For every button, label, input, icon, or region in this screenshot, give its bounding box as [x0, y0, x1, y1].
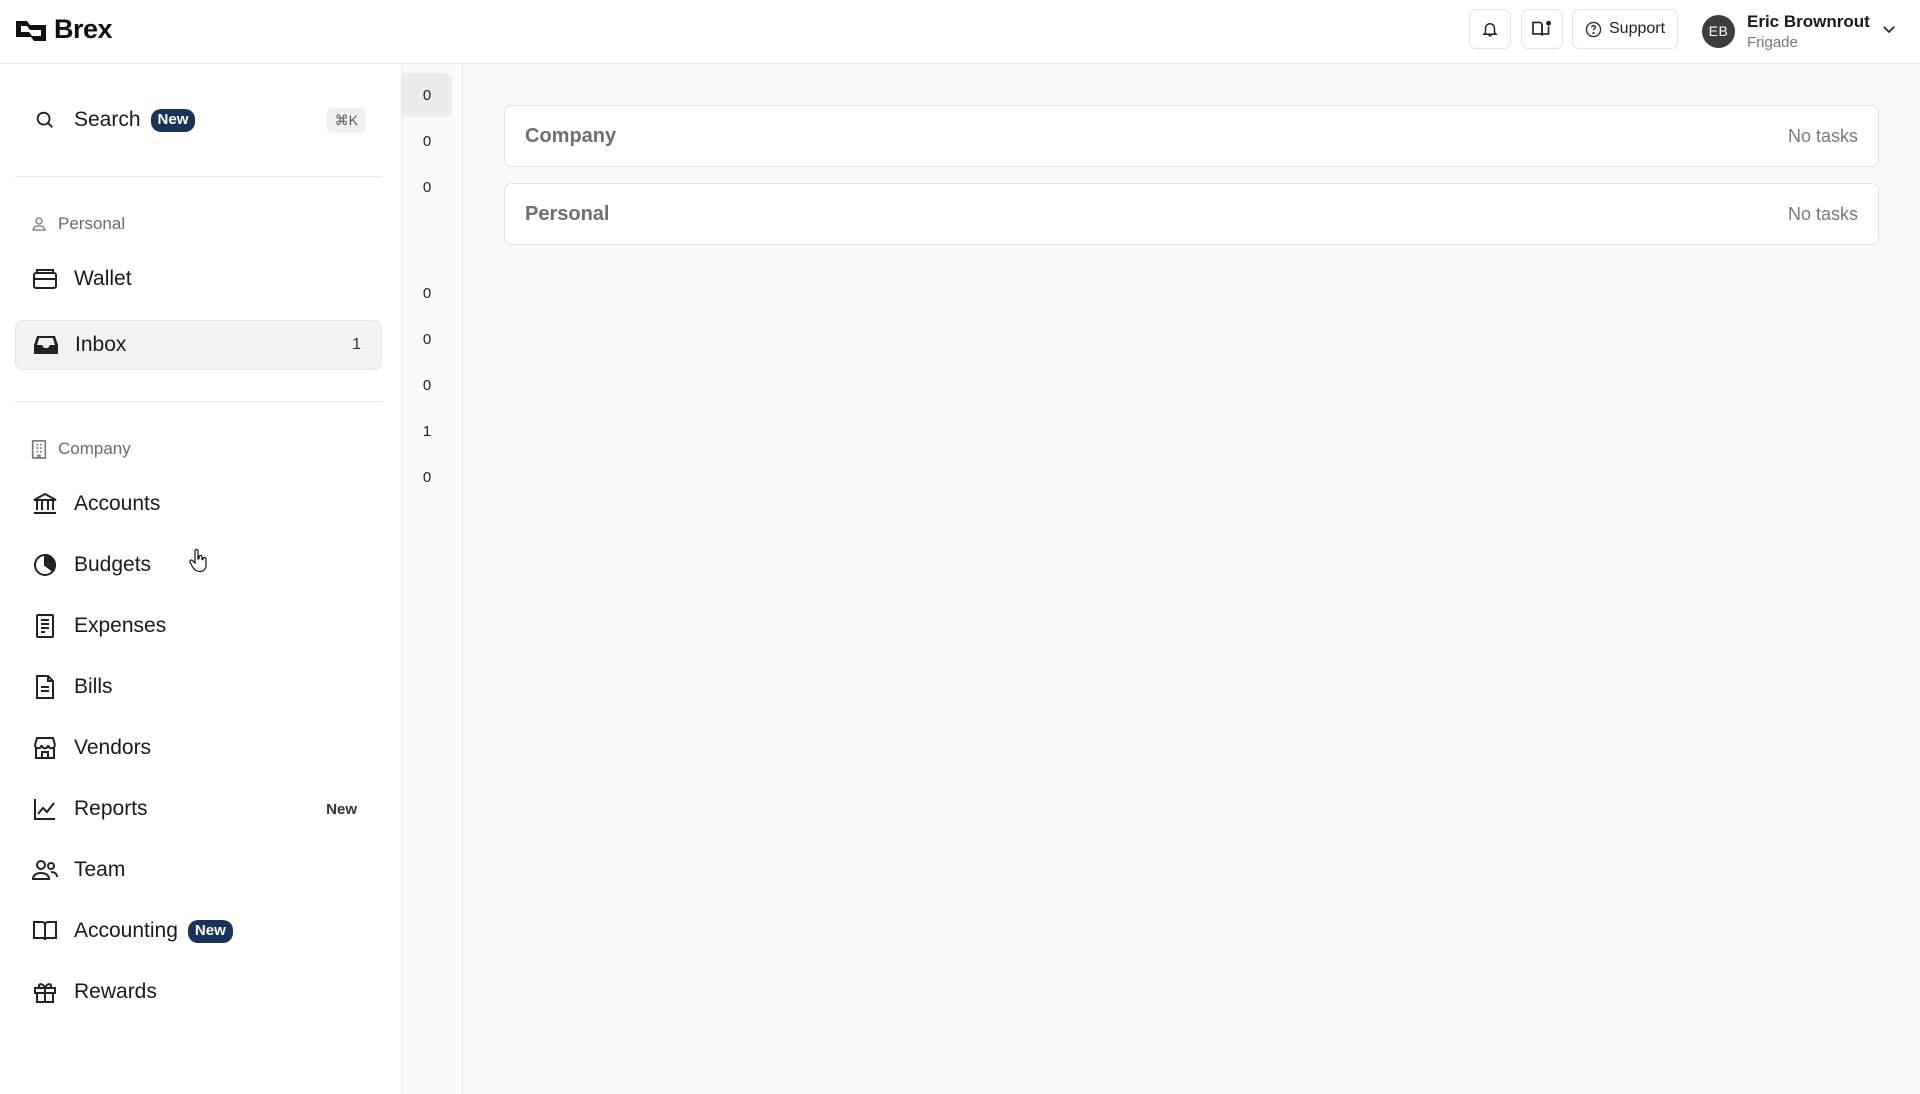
- sidebar-item-label: Rewards: [74, 980, 157, 1003]
- bank-icon: [30, 489, 60, 519]
- user-org: Frigade: [1747, 33, 1798, 51]
- count-badge[interactable]: 1: [402, 409, 452, 453]
- sidebar-item-label: Wallet: [74, 267, 132, 290]
- new-badge: New: [150, 108, 196, 132]
- document-icon: [30, 672, 60, 702]
- store-icon: [30, 733, 60, 763]
- divider: [15, 401, 382, 402]
- search-shortcut: ⌘K: [326, 107, 366, 133]
- task-group-personal[interactable]: Personal No tasks: [504, 183, 1879, 245]
- search-button[interactable]: Search New ⌘K: [15, 95, 382, 145]
- task-group-title: Company: [525, 124, 617, 147]
- search-icon: [30, 105, 60, 135]
- sidebar-item-label: Accounts: [74, 492, 161, 515]
- task-count-column: 0 0 0 0 0 0 1 0: [402, 64, 463, 1094]
- top-bar: Brex Support EB Eric Brownrout Frigade: [0, 0, 1920, 64]
- count-badge[interactable]: 0: [402, 119, 452, 163]
- count-badge[interactable]: 0: [402, 271, 452, 315]
- sidebar-item-accounting[interactable]: Accounting New: [15, 906, 382, 956]
- count-badge[interactable]: 0: [402, 73, 452, 117]
- chart-line-icon: [30, 794, 60, 824]
- bell-icon: [1482, 23, 1498, 37]
- brex-logo[interactable]: Brex: [14, 14, 113, 45]
- sidebar-item-label: Team: [74, 858, 126, 881]
- sidebar-item-bills[interactable]: Bills: [15, 662, 382, 712]
- building-icon: [31, 440, 47, 459]
- user-name: Eric Brownrout: [1747, 11, 1870, 31]
- count-badge[interactable]: 0: [402, 363, 452, 407]
- sidebar-item-label: Expenses: [74, 614, 167, 637]
- avatar: EB: [1702, 14, 1735, 48]
- sidebar-item-label: Inbox: [75, 333, 127, 356]
- sidebar-item-wallet[interactable]: Wallet: [15, 254, 382, 304]
- sidebar: Search New ⌘K Personal Wallet Inbox 1 Co…: [0, 64, 402, 1094]
- support-label: Support: [1609, 20, 1666, 37]
- hand-cursor-icon: [189, 549, 207, 573]
- sidebar-item-accounts[interactable]: Accounts: [15, 479, 382, 529]
- task-group-status: No tasks: [1787, 125, 1858, 146]
- user-menu[interactable]: EB Eric Brownrout Frigade: [1702, 9, 1870, 53]
- person-icon: [32, 217, 46, 231]
- task-group-title: Personal: [525, 202, 610, 225]
- inbox-icon: [31, 330, 61, 360]
- book-icon: [30, 916, 60, 946]
- count-badge[interactable]: 0: [402, 317, 452, 361]
- task-group-status: No tasks: [1787, 203, 1858, 224]
- gift-icon: [30, 977, 60, 1007]
- sidebar-item-inbox[interactable]: Inbox 1: [15, 320, 382, 370]
- support-button[interactable]: Support: [1572, 9, 1679, 49]
- new-tag: New: [326, 800, 357, 818]
- sidebar-item-rewards[interactable]: Rewards: [15, 967, 382, 1017]
- sidebar-item-label: Budgets: [74, 553, 152, 576]
- sidebar-item-team[interactable]: Team: [15, 845, 382, 895]
- divider: [15, 176, 382, 177]
- book-open-icon: [1532, 20, 1551, 36]
- sidebar-item-label: Vendors: [74, 736, 152, 759]
- users-icon: [30, 855, 60, 885]
- search-label: Search: [74, 108, 141, 131]
- wallet-icon: [30, 264, 60, 294]
- brex-logo-icon: [16, 20, 46, 41]
- learning-button[interactable]: [1521, 9, 1563, 49]
- section-personal: Personal: [30, 214, 125, 234]
- task-group-company[interactable]: Company No tasks: [504, 105, 1879, 167]
- sidebar-item-vendors[interactable]: Vendors: [15, 723, 382, 773]
- new-badge: New: [187, 919, 233, 943]
- help-circle-icon: [1585, 21, 1602, 37]
- sidebar-item-label: Bills: [74, 675, 113, 698]
- notifications-button[interactable]: [1469, 9, 1511, 49]
- count-badge[interactable]: 0: [402, 455, 452, 499]
- brex-logo-text: Brex: [54, 14, 113, 44]
- section-company-label: Company: [58, 439, 131, 458]
- sidebar-item-label: Accounting: [74, 919, 178, 942]
- sidebar-item-reports[interactable]: Reports New: [15, 784, 382, 834]
- pie-icon: [30, 550, 60, 580]
- count-badge[interactable]: 0: [402, 165, 452, 209]
- section-personal-label: Personal: [58, 214, 126, 233]
- chevron-down-icon[interactable]: [1880, 20, 1898, 38]
- section-company: Company: [30, 439, 131, 459]
- sidebar-item-label: Reports: [74, 797, 148, 820]
- receipt-icon: [30, 611, 60, 641]
- sidebar-item-expenses[interactable]: Expenses: [15, 601, 382, 651]
- inbox-count: 1: [352, 336, 361, 353]
